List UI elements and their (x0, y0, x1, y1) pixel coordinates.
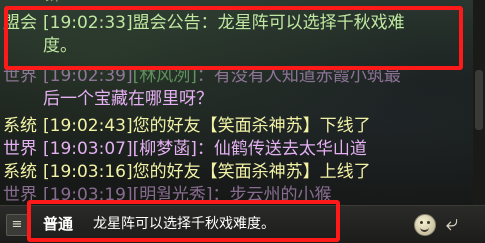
scroll-thumb[interactable] (475, 70, 483, 130)
highlight-box-input (27, 200, 340, 242)
chat-window[interactable]: 新 盟会[19:02:33]盟会公告：龙星阵可以选择千秋戏难 度。 世界[19:… (0, 0, 485, 205)
player-name[interactable]: [柳梦菡] (133, 139, 197, 159)
chat-message-system: 系统 [19:03:16]您的好友【笑面杀神苏】上线了 (0, 161, 468, 184)
chat-message-system: 系统 [19:02:43]您的好友【笑面杀神苏】下线了 (0, 115, 468, 138)
channel-tag[interactable]: 世界 (0, 138, 40, 161)
channel-tag[interactable]: 系统 (0, 161, 40, 184)
channel-tag[interactable]: 系统 (0, 115, 40, 138)
chat-message-world: 世界 [19:03:07][柳梦菡]：仙鹤传送去太华山道 (0, 138, 468, 161)
chat-scrollbar[interactable] (473, 0, 485, 205)
highlight-box-announcement (4, 6, 463, 70)
smiley-icon[interactable] (414, 214, 436, 236)
menu-icon[interactable]: ≡ (6, 214, 28, 236)
send-arrow-icon[interactable]: ⤶ (440, 212, 464, 236)
chat-message-world-cont: 后一个宝藏在哪里呀？ (43, 89, 213, 109)
